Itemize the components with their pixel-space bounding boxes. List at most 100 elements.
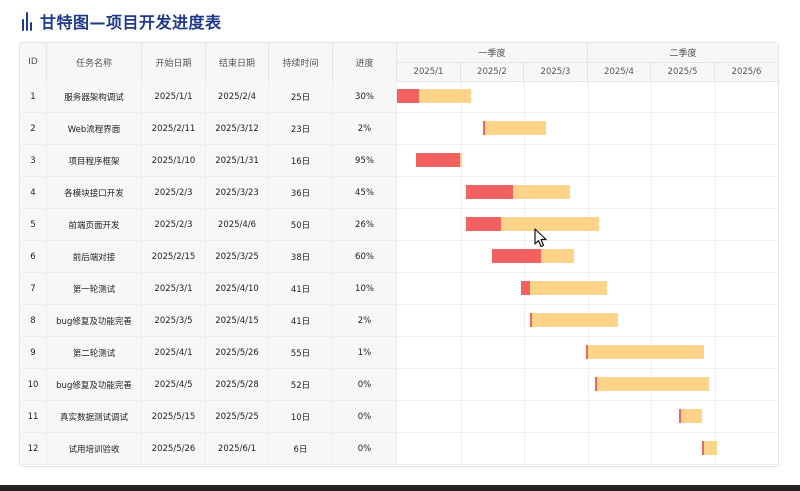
task-id-cell: 9: [20, 337, 47, 368]
col-header-task-name: 任务名称: [47, 43, 142, 81]
quarter-header-q1: 一季度: [397, 43, 588, 63]
task-id-cell: 6: [20, 241, 47, 272]
task-duration-cell: 50日: [269, 209, 333, 240]
task-id-cell: 12: [20, 433, 47, 464]
task-id-cell: 5: [20, 209, 47, 240]
gantt-bar-completed: [483, 121, 486, 135]
task-duration-cell: 55日: [269, 337, 333, 368]
table-row: 2 Web流程界面 2025/2/11 2025/3/12 23日 2%: [20, 113, 778, 145]
task-name-cell: bug修复及功能完善: [47, 369, 142, 400]
task-progress-cell: 0%: [333, 369, 397, 400]
task-start-cell: 2025/1/1: [142, 81, 206, 112]
task-duration-cell: 6日: [269, 433, 333, 464]
task-duration-cell: 36日: [269, 177, 333, 208]
month-gridline: [461, 401, 462, 433]
month-gridline: [715, 273, 716, 305]
table-row: 3 项目程序框架 2025/1/10 2025/1/31 16日 95%: [20, 145, 778, 177]
gantt-bar-remaining: [594, 377, 709, 391]
month-gridline: [524, 433, 525, 465]
task-end-cell: 2025/5/28: [206, 369, 269, 400]
gantt-bar-remaining: [679, 409, 703, 423]
task-start-cell: 2025/3/1: [142, 273, 206, 304]
task-name-cell: 服务器架构调试: [47, 81, 142, 112]
task-name-cell: 第一轮测试: [47, 273, 142, 304]
task-progress-cell: 0%: [333, 401, 397, 432]
task-end-cell: 2025/4/10: [206, 273, 269, 304]
gantt-bar-completed: [466, 217, 501, 231]
col-header-progress: 进度: [333, 43, 397, 81]
month-gridline: [461, 305, 462, 337]
bars-logo-icon: [22, 11, 32, 31]
month-gridline: [651, 401, 652, 433]
bottom-edge-strip: [0, 485, 800, 491]
task-id-cell: 10: [20, 369, 47, 400]
table-row: 8 bug修复及功能完善 2025/3/5 2025/4/15 41日 2%: [20, 305, 778, 337]
col-header-end-date: 结束日期: [206, 43, 269, 81]
task-progress-cell: 10%: [333, 273, 397, 304]
task-name-cell: 前后端对接: [47, 241, 142, 272]
gantt-bar-remaining: [702, 441, 717, 455]
task-end-cell: 2025/4/15: [206, 305, 269, 336]
table-row: 7 第一轮测试 2025/3/1 2025/4/10 41日 10%: [20, 273, 778, 305]
table-row: 9 第二轮测试 2025/4/1 2025/5/26 55日 1%: [20, 337, 778, 369]
table-row: 10 bug修复及功能完善 2025/4/5 2025/5/28 52日 0%: [20, 369, 778, 401]
month-gridline: [715, 177, 716, 209]
mouse-cursor-icon: [534, 228, 547, 248]
gantt-bar-remaining: [586, 345, 705, 359]
month-gridline: [461, 433, 462, 465]
task-id-cell: 2: [20, 113, 47, 144]
quarter-header-q2: 二季度: [588, 43, 778, 63]
task-progress-cell: 1%: [333, 337, 397, 368]
month-gridline: [651, 305, 652, 337]
gantt-timeline-cell: [397, 369, 778, 401]
task-progress-cell: 95%: [333, 145, 397, 176]
month-gridline: [651, 177, 652, 209]
task-progress-cell: 30%: [333, 81, 397, 112]
gantt-timeline-cell: [397, 401, 778, 433]
month-header-may: 2025/5: [651, 63, 715, 81]
month-gridline: [461, 241, 462, 273]
task-name-cell: bug修复及功能完善: [47, 305, 142, 336]
task-id-cell: 7: [20, 273, 47, 304]
gantt-timeline-cell: [397, 81, 778, 113]
month-gridline: [461, 369, 462, 401]
task-start-cell: 2025/5/26: [142, 433, 206, 464]
task-duration-cell: 23日: [269, 113, 333, 144]
page-title: 甘特图—项目开发进度表: [40, 13, 222, 32]
task-progress-cell: 2%: [333, 113, 397, 144]
month-gridline: [651, 433, 652, 465]
month-gridline: [524, 401, 525, 433]
task-name-cell: 各模块接口开发: [47, 177, 142, 208]
month-gridline: [588, 433, 589, 465]
month-gridline: [524, 305, 525, 337]
month-gridline: [715, 401, 716, 433]
gantt-timeline-cell: [397, 273, 778, 305]
task-id-cell: 8: [20, 305, 47, 336]
month-gridline: [715, 305, 716, 337]
task-id-cell: 1: [20, 81, 47, 112]
task-end-cell: 2025/4/6: [206, 209, 269, 240]
month-gridline: [715, 369, 716, 401]
gantt-bar-completed: [415, 153, 460, 167]
month-gridline: [588, 81, 589, 113]
month-gridline: [524, 145, 525, 177]
task-duration-cell: 25日: [269, 81, 333, 112]
table-row: 6 前后端对接 2025/2/15 2025/3/25 38日 60%: [20, 241, 778, 273]
task-name-cell: 第二轮测试: [47, 337, 142, 368]
task-end-cell: 2025/3/25: [206, 241, 269, 272]
month-gridline: [588, 369, 589, 401]
month-gridline: [524, 81, 525, 113]
month-gridline: [461, 113, 462, 145]
task-id-cell: 3: [20, 145, 47, 176]
gantt-bar-completed: [594, 377, 597, 391]
month-header-jun: 2025/6: [731, 67, 762, 77]
task-end-cell: 2025/1/31: [206, 145, 269, 176]
task-id-cell: 11: [20, 401, 47, 432]
gantt-timeline-cell: [397, 241, 778, 273]
gantt-bar-remaining: [529, 313, 619, 327]
col-header-start-date: 开始日期: [142, 43, 206, 81]
gantt-bar-completed: [679, 409, 682, 423]
task-start-cell: 2025/3/5: [142, 305, 206, 336]
task-progress-cell: 0%: [333, 433, 397, 464]
table-row: 4 各模块接口开发 2025/2/3 2025/3/23 36日 45%: [20, 177, 778, 209]
